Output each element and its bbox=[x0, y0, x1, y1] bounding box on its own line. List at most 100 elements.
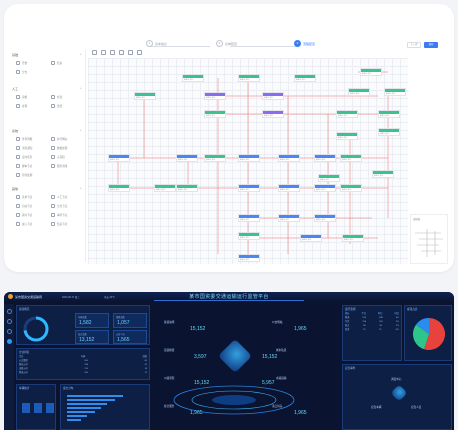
flow-node[interactable]: 审批人:张三 bbox=[238, 232, 260, 240]
flow-node[interactable]: 审批人:张三 bbox=[294, 74, 316, 82]
prev-step-button[interactable]: 上一步 bbox=[407, 42, 421, 48]
flow-node[interactable]: 审批人:张三 bbox=[340, 154, 362, 162]
flow-node[interactable]: 审批人:张三 bbox=[314, 184, 336, 192]
flow-node[interactable]: 审批人:张三 bbox=[278, 214, 300, 222]
palette-item[interactable]: 条件判断 bbox=[16, 136, 49, 142]
fit-icon[interactable] bbox=[128, 50, 133, 55]
palette-item[interactable]: 抄送 bbox=[51, 94, 84, 100]
flow-node[interactable]: 审批人:张三 bbox=[182, 74, 204, 82]
table-row: 投诉 12 15 -3% bbox=[343, 328, 401, 332]
flow-node[interactable]: 审批人:张三 bbox=[238, 214, 260, 222]
redo-icon[interactable] bbox=[101, 50, 106, 55]
palette-item[interactable]: 结束节点 bbox=[51, 221, 84, 227]
palette-item[interactable]: 结束 bbox=[51, 60, 84, 66]
flow-node[interactable]: 审批人:张三 bbox=[378, 128, 400, 136]
flow-node[interactable]: 审批人:张三 bbox=[314, 214, 336, 222]
palette-item[interactable]: 服务调用 bbox=[51, 163, 84, 169]
flow-node[interactable]: 审批人:张三 bbox=[342, 234, 364, 242]
palette-item[interactable]: 会签 bbox=[51, 103, 84, 109]
palette-item[interactable]: 分支 bbox=[16, 69, 49, 75]
flow-node[interactable]: 审批人:张三 bbox=[204, 92, 226, 100]
palette-item[interactable]: 消息通知 bbox=[16, 145, 49, 151]
palette-item[interactable]: 自动节点 bbox=[16, 203, 49, 209]
palette-item[interactable]: 异常处理 bbox=[16, 172, 49, 178]
flow-node[interactable]: 审批人:张三 bbox=[262, 92, 284, 100]
node-text: 审批人:张三 bbox=[316, 189, 326, 191]
flow-node[interactable]: 审批人:张三 bbox=[336, 110, 358, 118]
flow-node[interactable]: 审批人:张三 bbox=[300, 234, 322, 242]
palette-item[interactable]: 脚本节点 bbox=[16, 163, 49, 169]
palette-item[interactable]: 定时任务 bbox=[16, 154, 49, 160]
node-text: 审批人:张三 bbox=[206, 115, 216, 117]
panel-title: 运力分布 bbox=[63, 387, 74, 390]
flow-node[interactable]: 审批人:张三 bbox=[372, 170, 394, 178]
step-2[interactable]: 2 表单配置 bbox=[216, 40, 237, 47]
flow-node[interactable]: 审批人:张三 bbox=[204, 110, 226, 118]
flow-node[interactable]: 审批人:张三 bbox=[262, 110, 284, 118]
palette-item[interactable]: 子流程 bbox=[51, 154, 84, 160]
emergency-item: 调度中心 bbox=[391, 378, 402, 381]
delete-icon[interactable] bbox=[137, 50, 142, 55]
collapse-icon[interactable]: ⌃ bbox=[79, 86, 82, 92]
flow-node[interactable]: 审批人:张三 bbox=[384, 88, 406, 96]
step-3[interactable]: 3 流程配置 bbox=[294, 40, 315, 47]
flow-node[interactable]: 审批人:张三 bbox=[238, 154, 260, 162]
flow-node[interactable]: 审批人:张三 bbox=[360, 68, 382, 76]
flow-node[interactable]: 审批人:张三 bbox=[378, 110, 400, 118]
collapse-icon[interactable]: ⌃ bbox=[79, 186, 82, 192]
step-number: 3 bbox=[294, 40, 301, 47]
flow-node[interactable]: 审批人:张三 bbox=[348, 88, 370, 96]
step-1[interactable]: 1 基本信息 bbox=[146, 40, 167, 47]
palette-item[interactable]: 延时节点 bbox=[16, 212, 49, 218]
node-icon bbox=[51, 155, 55, 159]
flow-node[interactable]: 审批人:张三 bbox=[108, 184, 130, 192]
flow-node[interactable]: 审批人:张三 bbox=[204, 154, 226, 162]
chart-icon[interactable] bbox=[6, 329, 12, 334]
node-text: 审批人:张三 bbox=[178, 189, 188, 191]
flow-node[interactable]: 审批人:张三 bbox=[238, 74, 260, 82]
node-text: 审批人:张三 bbox=[240, 159, 250, 161]
palette-item[interactable]: 事件节点 bbox=[51, 212, 84, 218]
monitor-icon[interactable] bbox=[6, 319, 12, 324]
home-icon[interactable] bbox=[6, 309, 12, 314]
save-button[interactable]: 保存 bbox=[424, 42, 438, 48]
palette-item[interactable]: 嵌入节点 bbox=[16, 221, 49, 227]
kpi-card: 从业人员 1,565 bbox=[113, 330, 147, 344]
node-icon bbox=[16, 95, 20, 99]
flow-node[interactable]: 审批人:张三 bbox=[176, 184, 198, 192]
flow-node[interactable]: 审批人:张三 bbox=[238, 184, 260, 192]
flow-node[interactable]: 审批人:张三 bbox=[176, 154, 198, 162]
collapse-icon[interactable]: ⌃ bbox=[79, 128, 82, 134]
flow-node[interactable]: 审批人:张三 bbox=[340, 184, 362, 192]
flow-node[interactable]: 审批人:张三 bbox=[134, 92, 156, 100]
palette-item[interactable]: 审批 bbox=[16, 94, 49, 100]
collapse-icon[interactable]: ⌃ bbox=[79, 52, 82, 58]
zoom-out-icon[interactable] bbox=[119, 50, 124, 55]
node-text: 审批人:张三 bbox=[302, 239, 312, 241]
palette-item[interactable]: 办理 bbox=[16, 103, 49, 109]
flow-node[interactable]: 审批人:张三 bbox=[318, 174, 340, 182]
flow-node[interactable]: 审批人:张三 bbox=[278, 154, 300, 162]
canvas-toolbar bbox=[92, 50, 142, 55]
palette-item[interactable]: 人工节点 bbox=[51, 194, 84, 200]
pie-panel: 客流占比 bbox=[404, 305, 452, 361]
palette-item[interactable]: 表单节点 bbox=[16, 194, 49, 200]
palette-item[interactable]: 分支节点 bbox=[51, 203, 84, 209]
flow-node[interactable]: 审批人:张三 bbox=[314, 154, 336, 162]
zoom-in-icon[interactable] bbox=[110, 50, 115, 55]
node-icon bbox=[51, 104, 55, 108]
flow-node[interactable]: 审批人:张三 bbox=[238, 254, 260, 262]
palette-item[interactable]: 数据处理 bbox=[51, 145, 84, 151]
undo-icon[interactable] bbox=[92, 50, 97, 55]
flow-canvas[interactable]: 审批人:张三 审批人:张三 审批人:张三 审批人:张三 审批人:张三 审批人:张三 审批人:… bbox=[88, 58, 408, 264]
flow-node[interactable]: 审批人:张三 bbox=[108, 154, 130, 162]
palette-item[interactable]: 并行网关 bbox=[51, 136, 84, 142]
flow-node[interactable]: 审批人:张三 bbox=[154, 184, 176, 192]
flow-node[interactable]: 审批人:张三 bbox=[278, 184, 300, 192]
step-indicator: 1 基本信息 2 表单配置 3 流程配置 bbox=[134, 40, 334, 54]
flow-node[interactable]: 审批人:张三 bbox=[336, 132, 358, 140]
palette-item[interactable]: 开始 bbox=[16, 60, 49, 66]
dashboard-icon[interactable] bbox=[6, 339, 12, 344]
minimap[interactable]: 缩略图 bbox=[410, 214, 448, 264]
emergency-item: 应急人员 bbox=[411, 406, 422, 409]
